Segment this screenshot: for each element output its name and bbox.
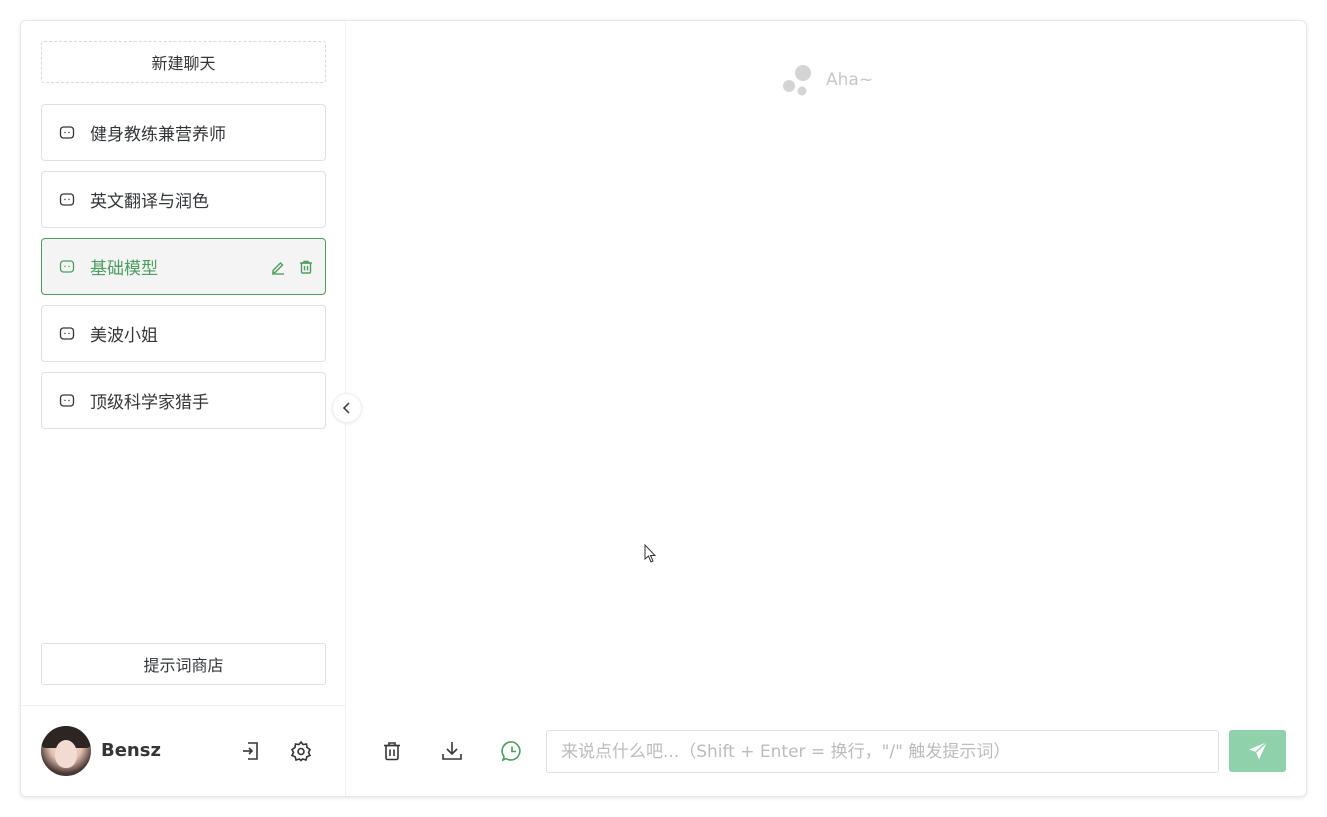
prompt-store-button[interactable]: 提示词商店 [41,643,326,685]
chat-item-actions [269,258,315,276]
bubbles-icon [783,65,811,96]
chat-bubble-icon [58,258,76,276]
chat-item-label: 基础模型 [90,259,158,279]
chat-input[interactable] [546,730,1219,773]
trash-icon[interactable] [297,258,315,276]
send-button[interactable] [1229,730,1286,772]
chat-item-label: 英文翻译与润色 [90,192,209,212]
chat-bubble-icon [58,191,76,209]
whatsapp-icon[interactable] [499,738,525,764]
input-footer [346,705,1306,796]
sidebar: 新建聊天 健身教练兼营养师 英文翻译与润色 基础模型 美波小姐 顶级科学家猎手 … [21,21,346,796]
mouse-cursor-icon [644,544,657,563]
empty-state-text: Aha~ [826,70,874,90]
chat-list: 健身教练兼营养师 英文翻译与润色 基础模型 美波小姐 顶级科学家猎手 [41,104,326,439]
chat-item[interactable]: 美波小姐 [41,305,326,362]
new-chat-button[interactable]: 新建聊天 [41,41,326,83]
gear-icon[interactable] [289,739,313,763]
avatar[interactable] [41,726,91,776]
download-icon[interactable] [439,738,465,764]
chat-bubble-icon [58,124,76,142]
chat-item[interactable]: 英文翻译与润色 [41,171,326,228]
chat-main: Aha~ [346,21,1306,796]
chevron-left-icon [342,402,350,414]
avatar-face [55,740,77,768]
user-bar: Bensz [21,705,346,796]
chat-item-label: 美波小姐 [90,326,158,346]
chat-bubble-icon [58,392,76,410]
username: Bensz [101,740,161,761]
chat-bubble-icon [58,325,76,343]
chat-item-label: 顶级科学家猎手 [90,393,209,413]
sidebar-collapse-button[interactable] [332,393,362,423]
logout-icon[interactable] [239,739,263,763]
trash-icon[interactable] [379,738,405,764]
chat-item[interactable]: 顶级科学家猎手 [41,372,326,429]
chat-item[interactable]: 健身教练兼营养师 [41,104,326,161]
chat-item-label: 健身教练兼营养师 [90,125,226,145]
empty-state: Aha~ [782,64,873,96]
app-window: 新建聊天 健身教练兼营养师 英文翻译与润色 基础模型 美波小姐 顶级科学家猎手 … [20,20,1307,797]
chat-item-active[interactable]: 基础模型 [41,238,326,295]
edit-icon[interactable] [269,258,287,276]
send-icon [1248,741,1267,760]
